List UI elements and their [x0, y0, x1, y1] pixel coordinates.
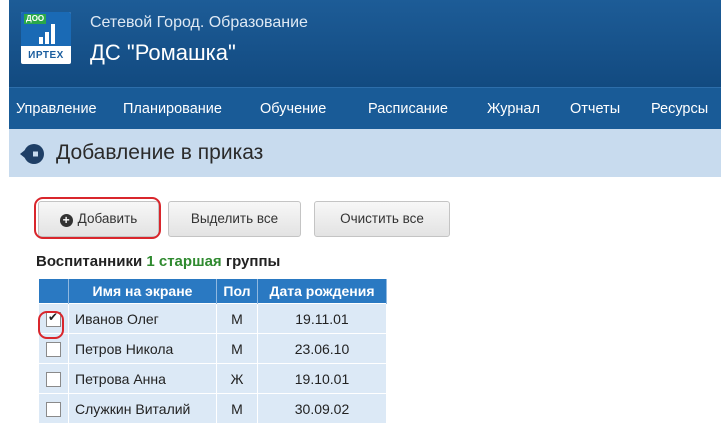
row-check-cell	[39, 393, 69, 423]
logo-tag: ДОО	[24, 14, 47, 24]
cell-dob: 19.10.01	[257, 363, 387, 394]
row-checkbox[interactable]	[46, 401, 61, 417]
app-header: ДОО ИРТЕХ Сетевой Город. Образование ДС …	[9, 0, 721, 87]
table-row: Служкин Виталий М 30.09.02	[39, 393, 387, 423]
nav-item-resources[interactable]: Ресурсы	[651, 88, 708, 130]
group-heading-suffix: группы	[225, 253, 281, 270]
column-header-dob[interactable]: Дата рождения	[257, 279, 387, 304]
logo-brand: ИРТЕХ	[28, 50, 64, 61]
page-title: Добавление в приказ	[56, 141, 264, 164]
cell-sex: М	[216, 333, 258, 364]
row-checkbox[interactable]	[46, 341, 61, 357]
add-button-highlight	[34, 197, 161, 239]
nav-item-journal[interactable]: Журнал	[487, 88, 540, 130]
group-heading: Воспитанники 1 старшая группы	[36, 253, 280, 270]
nav-item-education[interactable]: Обучение	[260, 88, 326, 130]
pupils-table: Имя на экране Пол Дата рождения Иванов О…	[39, 279, 387, 423]
arrow-left-circle-icon[interactable]	[19, 143, 45, 165]
main-content: + Добавить Выделить все Очистить все Восп…	[9, 177, 721, 430]
table-row: Иванов Олег М 19.11.01	[39, 303, 387, 334]
column-header-name[interactable]: Имя на экране	[68, 279, 217, 304]
cell-sex: Ж	[216, 363, 258, 394]
cell-sex: М	[216, 303, 258, 334]
nav-item-reports[interactable]: Отчеты	[570, 88, 620, 130]
cell-dob: 30.09.02	[257, 393, 387, 423]
group-name[interactable]: 1 старшая	[146, 253, 221, 270]
organization-name: ДС "Ромашка"	[90, 40, 236, 65]
app-name: Сетевой Город. Образование	[90, 14, 308, 31]
checkbox-highlight	[38, 311, 64, 339]
column-header-sex[interactable]: Пол	[216, 279, 258, 304]
cell-dob: 23.06.10	[257, 333, 387, 364]
nav-item-schedule[interactable]: Расписание	[368, 88, 448, 130]
group-heading-prefix: Воспитанники	[36, 253, 143, 270]
table-header-row: Имя на экране Пол Дата рождения	[39, 279, 387, 304]
row-check-cell	[39, 363, 69, 394]
app-logo[interactable]: ДОО ИРТЕХ	[21, 12, 71, 64]
page-title-bar: Добавление в приказ	[9, 129, 721, 177]
cell-name: Иванов Олег	[68, 303, 217, 334]
clear-all-button[interactable]: Очистить все	[314, 201, 450, 237]
main-nav: Управление Планирование Обучение Расписа…	[9, 87, 721, 130]
header-check-cell	[39, 279, 69, 304]
nav-item-management[interactable]: Управление	[16, 88, 97, 130]
table-row: Петрова Анна Ж 19.10.01	[39, 363, 387, 394]
cell-name: Петров Никола	[68, 333, 217, 364]
chart-bars-icon	[39, 24, 61, 44]
cell-name: Служкин Виталий	[68, 393, 217, 423]
table-row: Петров Никола М 23.06.10	[39, 333, 387, 364]
select-all-button[interactable]: Выделить все	[168, 201, 301, 237]
row-checkbox[interactable]	[46, 371, 61, 387]
cell-name: Петрова Анна	[68, 363, 217, 394]
nav-item-planning[interactable]: Планирование	[123, 88, 222, 130]
logo-top: ДОО	[21, 12, 71, 46]
app-frame: ДОО ИРТЕХ Сетевой Город. Образование ДС …	[0, 0, 721, 430]
cell-dob: 19.11.01	[257, 303, 387, 334]
cell-sex: М	[216, 393, 258, 423]
